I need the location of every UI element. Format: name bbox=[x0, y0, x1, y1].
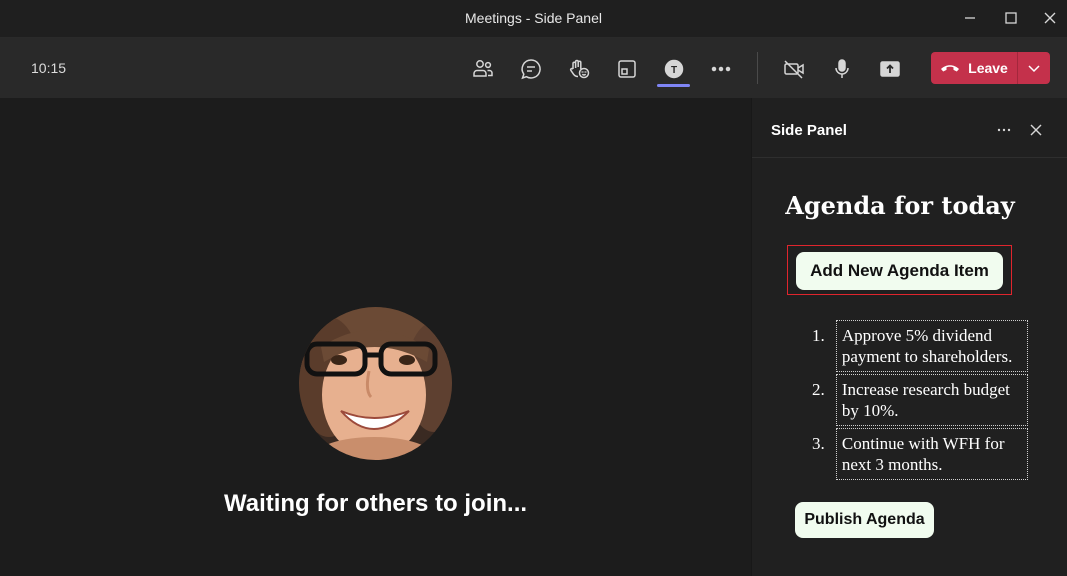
chevron-down-icon bbox=[1028, 65, 1040, 73]
close-icon bbox=[1030, 124, 1042, 136]
list-item: 1. Approve 5% dividend payment to shareh… bbox=[812, 320, 1028, 372]
agenda-list: 1. Approve 5% dividend payment to shareh… bbox=[812, 320, 1028, 482]
more-icon bbox=[997, 128, 1011, 132]
active-app-indicator bbox=[657, 84, 690, 87]
app-icon: T bbox=[664, 59, 684, 79]
close-icon bbox=[1044, 12, 1056, 24]
camera-off-icon bbox=[784, 60, 804, 79]
raise-hand-icon bbox=[569, 59, 590, 79]
camera-toggle-button[interactable] bbox=[777, 52, 811, 86]
agenda-heading: Agenda for today bbox=[785, 191, 1015, 220]
people-icon bbox=[473, 60, 493, 77]
share-screen-icon bbox=[880, 61, 900, 77]
waiting-status-text: Waiting for others to join... bbox=[223, 490, 528, 517]
mic-toggle-button[interactable] bbox=[825, 52, 859, 86]
side-panel-header: Side Panel bbox=[752, 98, 1067, 158]
list-item-number: 2. bbox=[812, 380, 825, 399]
title-bar: Meetings - Side Panel bbox=[0, 0, 1067, 38]
more-icon bbox=[711, 66, 731, 72]
list-item-number: 1. bbox=[812, 326, 825, 345]
participants-button[interactable] bbox=[466, 52, 500, 86]
maximize-icon bbox=[1005, 12, 1017, 24]
side-panel-title: Side Panel bbox=[771, 122, 847, 139]
window-title: Meetings - Side Panel bbox=[465, 10, 602, 26]
list-item-text: Increase research budget by 10%. bbox=[835, 374, 1028, 426]
list-item-text: Continue with WFH for next 3 months. bbox=[835, 428, 1028, 480]
share-screen-button[interactable] bbox=[873, 52, 907, 86]
list-item: 2. Increase research budget by 10%. bbox=[812, 374, 1028, 426]
meeting-stage: Waiting for others to join... bbox=[0, 98, 751, 576]
side-panel: Side Panel Agenda for today Add New Agen… bbox=[751, 98, 1067, 576]
close-window-button[interactable] bbox=[1027, 0, 1067, 36]
side-panel-close-button[interactable] bbox=[1024, 118, 1048, 142]
hang-up-icon bbox=[941, 65, 960, 72]
reactions-button[interactable] bbox=[562, 52, 596, 86]
leave-button-group: Leave bbox=[931, 52, 1050, 84]
chat-button[interactable] bbox=[514, 52, 548, 86]
publish-agenda-button[interactable]: Publish Agenda bbox=[795, 502, 934, 538]
leave-options-dropdown[interactable] bbox=[1018, 52, 1050, 84]
leave-label: Leave bbox=[968, 60, 1008, 76]
avatar bbox=[299, 307, 452, 460]
add-item-highlight: Add New Agenda Item bbox=[787, 245, 1012, 295]
add-agenda-item-button[interactable]: Add New Agenda Item bbox=[796, 252, 1003, 290]
list-item-number: 3. bbox=[812, 434, 825, 453]
participant-photo bbox=[299, 307, 452, 460]
list-item-text: Approve 5% dividend payment to sharehold… bbox=[835, 320, 1028, 372]
side-panel-more-button[interactable] bbox=[992, 118, 1016, 142]
mic-icon bbox=[835, 59, 849, 78]
list-item: 3. Continue with WFH for next 3 months. bbox=[812, 428, 1028, 480]
share-tray-icon bbox=[618, 60, 636, 78]
share-tray-button[interactable] bbox=[610, 52, 644, 86]
meeting-timer: 10:15 bbox=[31, 60, 67, 76]
meeting-app-button[interactable]: T bbox=[657, 52, 691, 86]
minimize-icon bbox=[965, 17, 975, 19]
toolbar-divider bbox=[757, 52, 758, 84]
leave-button[interactable]: Leave bbox=[931, 52, 1018, 84]
chat-icon bbox=[521, 59, 541, 80]
more-actions-button[interactable] bbox=[704, 52, 738, 86]
minimize-button[interactable] bbox=[947, 0, 993, 36]
svg-text:T: T bbox=[671, 65, 677, 76]
